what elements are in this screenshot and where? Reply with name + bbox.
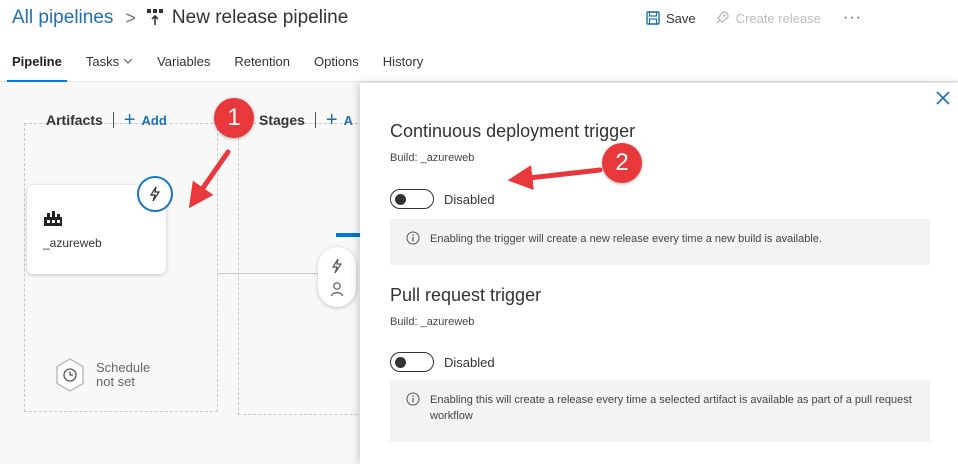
- breadcrumb-separator: >: [125, 7, 136, 28]
- schedule-trigger[interactable]: Schedule not set: [54, 357, 150, 393]
- schedule-label: Schedule not set: [96, 361, 150, 389]
- tab-variables[interactable]: Variables: [145, 46, 222, 82]
- pr-info-box: Enabling this will create a release ever…: [390, 380, 930, 442]
- breadcrumb: All pipelines > New release pipeline: [12, 4, 348, 32]
- trigger-panel: Continuous deployment trigger Build: _az…: [360, 83, 958, 464]
- artifacts-header: Artifacts + Add: [46, 109, 167, 131]
- more-actions-button[interactable]: ···: [843, 10, 862, 26]
- pr-toggle-state: Disabled: [444, 355, 495, 370]
- title-divider: [314, 112, 316, 128]
- tab-bar: Pipeline Tasks Variables Retention Optio…: [0, 46, 435, 82]
- plus-icon: +: [123, 109, 136, 131]
- tab-history-label: History: [382, 54, 424, 69]
- save-button[interactable]: Save: [646, 11, 696, 26]
- tab-variables-label: Variables: [157, 54, 211, 69]
- cd-info-text: Enabling the trigger will create a new r…: [430, 233, 822, 245]
- add-artifact-label: Add: [141, 112, 167, 128]
- person-icon[interactable]: [330, 281, 344, 297]
- tab-options-label: Options: [313, 54, 359, 69]
- cd-build-source: Build: _azureweb: [390, 152, 475, 164]
- cd-toggle-state: Disabled: [444, 192, 495, 207]
- lightning-icon[interactable]: [330, 258, 344, 274]
- add-stage-label: A: [343, 112, 353, 128]
- info-icon: [406, 231, 420, 245]
- tab-tasks[interactable]: Tasks: [74, 46, 145, 82]
- clock-icon: [56, 358, 84, 392]
- cd-info-box: Enabling the trigger will create a new r…: [390, 219, 930, 265]
- info-icon: [406, 392, 420, 406]
- top-bar: All pipelines > New release pipeline Sav…: [0, 0, 958, 82]
- tab-tasks-label: Tasks: [85, 54, 120, 69]
- pr-info-text: Enabling this will create a release ever…: [430, 394, 912, 422]
- schedule-line-2: not set: [96, 374, 136, 389]
- add-stage-button[interactable]: + A: [325, 109, 353, 131]
- save-icon: [646, 11, 660, 25]
- stages-section: [238, 123, 378, 415]
- callout-badge-2: 2: [602, 143, 642, 183]
- cd-trigger-title: Continuous deployment trigger: [390, 121, 636, 141]
- pr-trigger-toggle[interactable]: [390, 352, 434, 372]
- pr-trigger-title: Pull request trigger: [390, 285, 542, 305]
- schedule-line-1: Schedule: [96, 360, 151, 375]
- tab-options[interactable]: Options: [302, 46, 371, 82]
- tab-retention[interactable]: Retention: [222, 46, 302, 82]
- stage-card-accent: [336, 233, 360, 237]
- stages-header: Stages + A: [259, 109, 353, 131]
- artifact-name: _azureweb: [43, 236, 102, 250]
- header-actions: Save Create release ···: [646, 8, 862, 28]
- continuous-deployment-trigger-button[interactable]: [137, 176, 173, 212]
- rocket-icon: [716, 11, 729, 24]
- chevron-down-icon: [123, 58, 133, 64]
- create-release-button[interactable]: Create release: [714, 10, 821, 26]
- cd-trigger-toggle[interactable]: [390, 189, 434, 209]
- page-title: New release pipeline: [171, 7, 349, 28]
- tab-pipeline-label: Pipeline: [12, 54, 62, 69]
- tab-retention-label: Retention: [234, 54, 290, 69]
- create-release-label: Create release: [735, 10, 821, 26]
- toggle-knob: [395, 357, 406, 368]
- title-divider: [112, 112, 114, 128]
- callout-badge-1: 1: [214, 98, 254, 138]
- add-artifact-button[interactable]: + Add: [123, 109, 167, 131]
- stage-trigger-pill[interactable]: [318, 247, 356, 307]
- build-artifact-icon: [44, 211, 62, 226]
- tab-history[interactable]: History: [371, 46, 435, 82]
- tab-pipeline[interactable]: Pipeline: [0, 46, 74, 82]
- close-icon[interactable]: [934, 89, 952, 107]
- save-label: Save: [666, 10, 696, 26]
- toggle-knob: [395, 194, 406, 205]
- stages-title: Stages: [259, 112, 305, 128]
- plus-icon: +: [325, 109, 338, 131]
- artifacts-title: Artifacts: [46, 112, 103, 128]
- lightning-icon: [149, 186, 161, 202]
- pipeline-icon: [146, 9, 163, 25]
- breadcrumb-all-pipelines[interactable]: All pipelines: [12, 7, 113, 29]
- pr-build-source: Build: _azureweb: [390, 316, 475, 328]
